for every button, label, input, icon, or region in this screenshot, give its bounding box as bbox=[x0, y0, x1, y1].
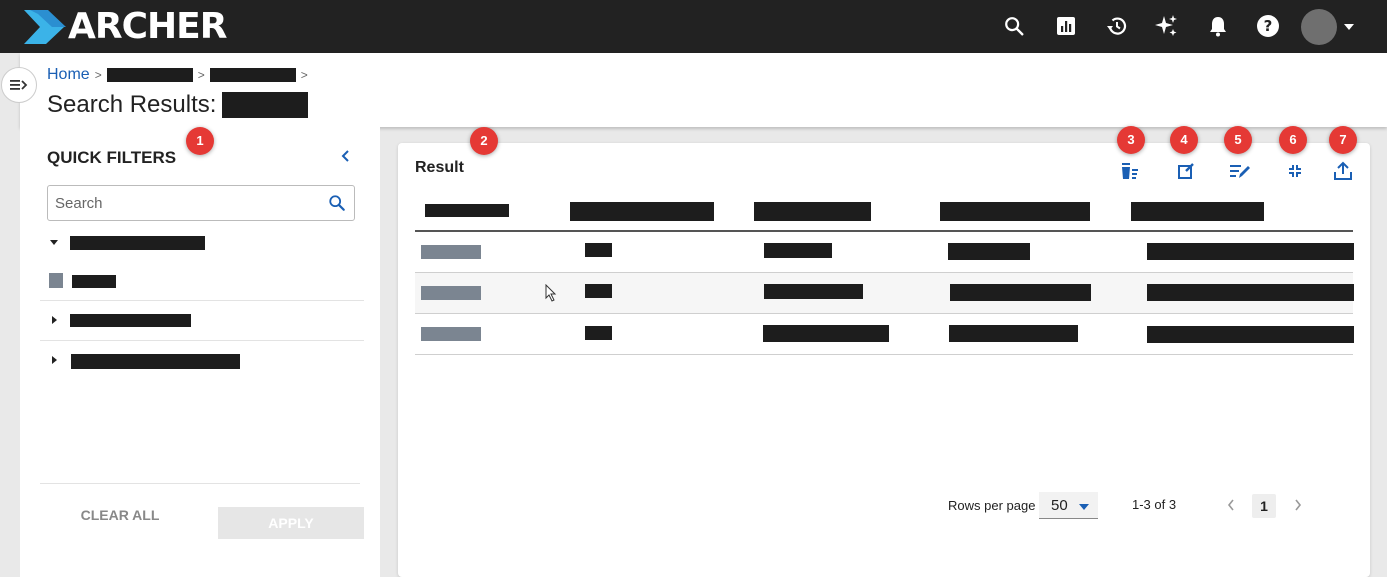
pagination-range: 1-3 of 3 bbox=[1132, 497, 1177, 512]
reports-chart-icon[interactable] bbox=[1053, 13, 1079, 39]
table-cell bbox=[948, 243, 1030, 260]
breadcrumb-redacted-item[interactable] bbox=[106, 68, 193, 82]
annotation-badge: 7 bbox=[1329, 126, 1357, 154]
menu-expand-icon bbox=[10, 80, 28, 90]
table-cell bbox=[1147, 284, 1354, 301]
filter-option-label[interactable] bbox=[72, 275, 116, 288]
filter-search-input[interactable] bbox=[48, 186, 318, 220]
row-divider bbox=[415, 354, 1353, 355]
edit-list-icon[interactable] bbox=[1229, 160, 1251, 182]
user-menu-caret-icon[interactable] bbox=[1344, 24, 1354, 30]
history-icon[interactable] bbox=[1104, 13, 1130, 39]
page-title-text: Search Results: bbox=[47, 91, 217, 118]
archer-logo-icon bbox=[24, 10, 66, 44]
table-cell bbox=[764, 243, 832, 258]
breadcrumb: Home > > > bbox=[47, 66, 313, 84]
quick-filters-panel: QUICK FILTERS CLEAR ALL APPLY bbox=[20, 127, 380, 577]
edit-record-icon[interactable] bbox=[1175, 160, 1197, 182]
filter-search-box bbox=[47, 185, 355, 221]
annotation-badge: 2 bbox=[470, 127, 498, 155]
breadcrumb-redacted-item[interactable] bbox=[209, 68, 296, 82]
svg-text:?: ? bbox=[1264, 17, 1273, 35]
column-header[interactable] bbox=[940, 202, 1090, 221]
dropdown-caret-icon bbox=[1079, 504, 1089, 510]
table-cell bbox=[763, 325, 889, 342]
breadcrumb-separator: > bbox=[300, 68, 308, 82]
record-link[interactable] bbox=[421, 286, 481, 300]
annotation-badge: 4 bbox=[1170, 126, 1198, 154]
table-header-divider bbox=[415, 230, 1353, 232]
table-cell bbox=[585, 243, 612, 257]
table-cell bbox=[1147, 243, 1354, 260]
archer-logo[interactable]: ARCHER bbox=[24, 6, 227, 47]
breadcrumb-separator: > bbox=[94, 68, 102, 82]
result-title: Result bbox=[415, 159, 464, 176]
filter-divider bbox=[40, 300, 364, 301]
table-cell bbox=[949, 325, 1078, 342]
breadcrumb-separator: > bbox=[197, 68, 205, 82]
column-header[interactable] bbox=[754, 202, 871, 221]
clear-all-button[interactable]: CLEAR ALL bbox=[80, 506, 160, 524]
table-cell bbox=[585, 326, 612, 340]
table-cell bbox=[1147, 326, 1354, 343]
table-cell bbox=[585, 284, 612, 298]
prev-page-chevron-icon[interactable] bbox=[1224, 495, 1238, 515]
table-cell bbox=[950, 284, 1091, 301]
annotation-badge: 6 bbox=[1279, 126, 1307, 154]
page-title-redacted bbox=[222, 92, 309, 118]
next-page-chevron-icon[interactable] bbox=[1291, 495, 1305, 515]
rows-per-page-value: 50 bbox=[1051, 497, 1068, 514]
filter-group-label[interactable] bbox=[70, 314, 191, 327]
rows-per-page-select[interactable]: 50 bbox=[1039, 492, 1098, 519]
rows-per-page-label: Rows per page bbox=[948, 498, 1036, 513]
annotation-badge: 3 bbox=[1117, 126, 1145, 154]
annotation-badge: 1 bbox=[186, 127, 214, 155]
row-divider bbox=[415, 313, 1353, 314]
collapse-panel-chevron-icon[interactable] bbox=[338, 147, 352, 165]
collapse-icon[interactable] bbox=[1284, 160, 1306, 182]
filter-group-label[interactable] bbox=[71, 354, 240, 369]
result-card: Result Rows per page 50 1-3 of 3 1 bbox=[398, 143, 1370, 577]
top-nav-bar: ARCHER ? bbox=[0, 0, 1387, 53]
export-icon[interactable] bbox=[1332, 160, 1354, 182]
breadcrumb-home-link[interactable]: Home bbox=[47, 66, 90, 84]
apply-button[interactable]: APPLY bbox=[218, 507, 364, 539]
column-header[interactable] bbox=[570, 202, 714, 221]
filter-group-expanded-caret-icon[interactable] bbox=[50, 240, 58, 245]
filter-group-collapsed-caret-icon[interactable] bbox=[52, 356, 57, 364]
record-link[interactable] bbox=[421, 327, 481, 341]
column-header[interactable] bbox=[1131, 202, 1264, 221]
record-link[interactable] bbox=[421, 245, 481, 259]
mouse-cursor-icon bbox=[545, 284, 557, 302]
logo-text: ARCHER bbox=[68, 6, 227, 47]
page-title: Search Results: bbox=[47, 91, 309, 119]
annotation-badge: 5 bbox=[1224, 126, 1252, 154]
filter-footer-divider bbox=[40, 483, 360, 484]
search-icon[interactable] bbox=[328, 194, 346, 212]
page-number-button[interactable]: 1 bbox=[1252, 494, 1276, 518]
bell-icon[interactable] bbox=[1205, 13, 1231, 39]
column-header[interactable] bbox=[425, 204, 509, 217]
ai-sparkle-icon[interactable] bbox=[1153, 13, 1179, 39]
clear-sort-icon[interactable] bbox=[1119, 160, 1141, 182]
filter-divider bbox=[40, 340, 364, 341]
table-cell bbox=[764, 284, 863, 299]
help-icon[interactable]: ? bbox=[1255, 13, 1281, 39]
quick-filters-title: QUICK FILTERS bbox=[47, 148, 177, 167]
search-icon[interactable] bbox=[1001, 13, 1027, 39]
filter-group-collapsed-caret-icon[interactable] bbox=[52, 316, 57, 324]
filter-group-label[interactable] bbox=[70, 236, 205, 250]
sidebar-toggle-button[interactable] bbox=[1, 67, 37, 103]
page-header: Home > > > Search Results: bbox=[20, 53, 1387, 127]
filter-option-checkbox[interactable] bbox=[49, 273, 63, 288]
user-avatar[interactable] bbox=[1301, 9, 1337, 45]
